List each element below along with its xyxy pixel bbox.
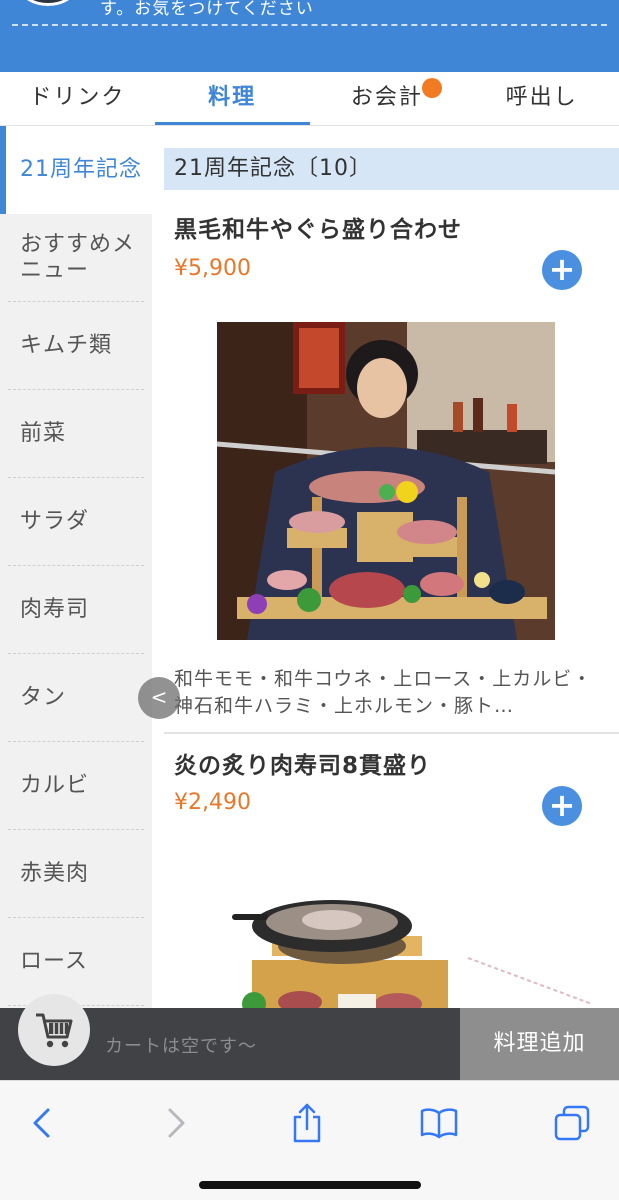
- sidebar-item-label: カルビ: [20, 773, 90, 798]
- category-sidebar: 21周年記念 おすすめメニュー キムチ類 前菜 サラダ 肉寿司 タン カルビ 赤…: [0, 126, 152, 1008]
- cart-icon: [36, 1013, 73, 1048]
- sidebar-item-label: サラダ: [20, 509, 90, 534]
- item-name: 炎の炙り肉寿司8貫盛り: [174, 753, 432, 779]
- sidebar-item-anniversary[interactable]: 21周年記念: [0, 126, 152, 214]
- sidebar-item-loin[interactable]: ロース: [0, 918, 152, 1006]
- sidebar-item-label: 赤美肉: [20, 861, 90, 886]
- chevron-left-icon: [33, 1108, 50, 1138]
- sidebar-item-label: ロース: [20, 949, 88, 974]
- sidebar-item-label: キムチ類: [20, 333, 113, 358]
- top-header: す。お気をつけてください: [0, 0, 619, 72]
- add-item-button[interactable]: +: [542, 250, 582, 290]
- sidebar-item-lean-meat[interactable]: 赤美肉: [0, 830, 152, 918]
- forward-button[interactable]: [154, 1101, 198, 1145]
- cart-button[interactable]: [18, 994, 90, 1066]
- tab-call[interactable]: 呼出し: [464, 72, 619, 125]
- sidebar-item-meat-sushi[interactable]: 肉寿司: [0, 566, 152, 654]
- add-dish-button[interactable]: 料理追加: [460, 1008, 619, 1080]
- sidebar-item-tongue[interactable]: タン: [0, 654, 152, 742]
- bookmarks-button[interactable]: [417, 1101, 461, 1145]
- tab-food[interactable]: 料理: [154, 72, 310, 125]
- sidebar-item-appetizer[interactable]: 前菜: [0, 390, 152, 478]
- cart-status: カートは空です〜: [105, 1036, 257, 1057]
- chevron-right-icon: [168, 1108, 185, 1138]
- item-photo[interactable]: [212, 886, 612, 1008]
- notification-badge: [422, 78, 443, 98]
- collapse-sidebar-button[interactable]: <: [138, 677, 180, 719]
- tabs-button[interactable]: [550, 1101, 594, 1145]
- sidebar-item-label: おすすめメニュー: [20, 232, 136, 283]
- menu-list: 21周年記念〔10〕 黒毛和牛やぐら盛り合わせ ¥5,900 + 和牛モモ・和牛…: [152, 126, 619, 1008]
- sidebar-item-label: タン: [20, 685, 67, 710]
- item-name: 黒毛和牛やぐら盛り合わせ: [174, 217, 462, 243]
- tab-drink[interactable]: ドリンク: [0, 72, 155, 125]
- sidebar-item-kalbi[interactable]: カルビ: [0, 742, 152, 830]
- book-icon: [420, 1108, 458, 1139]
- item-price: ¥2,490: [174, 790, 251, 815]
- home-indicator: [199, 1181, 421, 1189]
- tabs-icon: [554, 1105, 590, 1141]
- sidebar-item-label: 前菜: [20, 421, 67, 446]
- back-button[interactable]: [20, 1101, 64, 1145]
- sidebar-item-label: 21周年記念: [20, 157, 142, 182]
- tab-label: 呼出し: [505, 85, 578, 110]
- sidebar-item-salad[interactable]: サラダ: [0, 478, 152, 566]
- add-item-button[interactable]: +: [542, 786, 582, 826]
- header-notice: す。お気をつけてください: [100, 0, 314, 19]
- tab-checkout[interactable]: お会計: [310, 72, 465, 125]
- tab-label: 料理: [208, 85, 257, 110]
- tab-label: ドリンク: [29, 85, 126, 110]
- item-photo[interactable]: [217, 322, 555, 640]
- meat-sushi-photo: [232, 900, 593, 1008]
- tab-label: お会計: [350, 85, 423, 110]
- sidebar-item-kimchi[interactable]: キムチ類: [0, 302, 152, 390]
- header-divider: [12, 24, 607, 26]
- sidebar-item-label: 肉寿司: [20, 597, 90, 622]
- sidebar-item-recommended[interactable]: おすすめメニュー: [0, 214, 152, 302]
- store-logo: [20, 0, 76, 6]
- item-divider: [164, 732, 619, 734]
- item-description: 和牛モモ・和牛コウネ・上ロース・上カルビ・神石和牛ハラミ・上ホルモン・豚ト…: [174, 668, 593, 717]
- cart-bar: カートは空です〜 料理追加: [0, 994, 619, 1080]
- share-button[interactable]: [285, 1101, 329, 1145]
- category-header: 21周年記念〔10〕: [164, 148, 619, 190]
- item-price: ¥5,900: [174, 256, 251, 281]
- wagyu-platter-photo: [217, 322, 555, 640]
- category-tabs: ドリンク 料理 お会計 呼出し: [0, 72, 619, 126]
- share-icon: [293, 1103, 321, 1143]
